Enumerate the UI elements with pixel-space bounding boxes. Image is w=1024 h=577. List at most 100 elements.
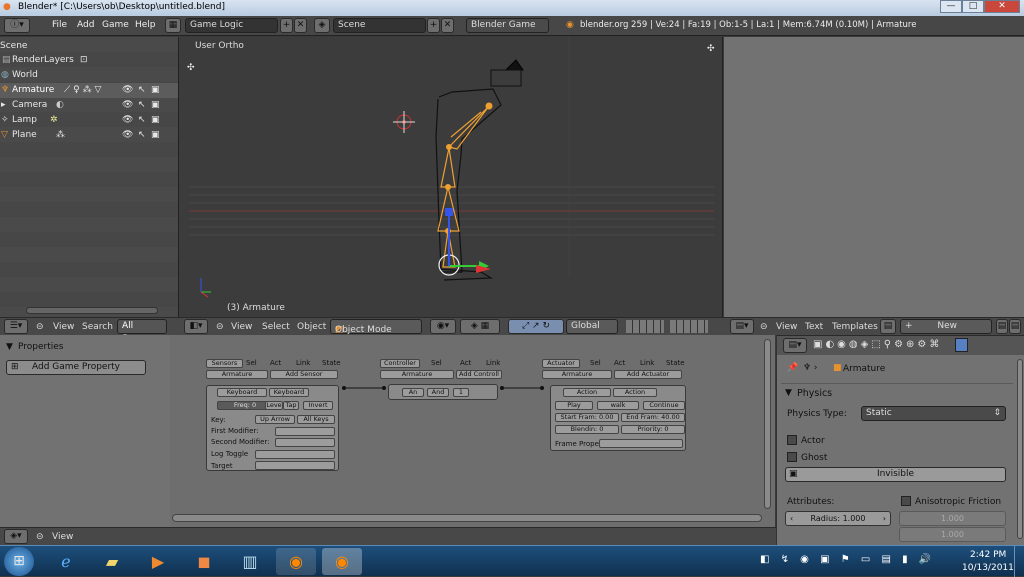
text-view-menu[interactable]: View [776,322,797,332]
end-frame-field[interactable]: End Fram: 40.00 [621,413,685,422]
properties-scrollbar[interactable] [1017,359,1023,539]
screen-layout-icon[interactable]: ▦ [165,18,181,33]
aniso-x-field[interactable]: 1.000 [899,511,1006,526]
priority-field[interactable]: Priority: 0 [621,425,685,434]
outliner-view-menu[interactable]: View [53,322,74,332]
collapse-icon[interactable]: ⊝ [760,322,768,332]
continue-toggle[interactable]: Continue [643,401,685,410]
add-controller-select[interactable]: Add Controll [456,370,502,379]
logic-horizontal-scrollbar[interactable] [172,514,762,522]
shading-select[interactable]: ◉▾ [430,319,456,334]
engine-select[interactable]: Blender Game [466,18,549,33]
menu-add[interactable]: Add [77,20,94,30]
start-button[interactable]: ⊞ [4,547,34,576]
line-numbers-toggle[interactable]: ▤ [996,319,1008,334]
play-mode-select[interactable]: Play [555,401,593,410]
physics-tab-icon[interactable] [955,338,968,352]
maximize-button[interactable]: □ [962,0,984,13]
close-button[interactable]: ✕ [984,0,1020,13]
select-cursor-icon[interactable]: ↖ [138,115,146,125]
radius-field[interactable]: ‹ Radius: 1.000 › [785,511,891,526]
render-camera-icon[interactable]: ▣ [151,115,160,125]
render-camera-icon[interactable]: ▣ [151,130,160,140]
outliner-scrollbar[interactable] [26,307,158,314]
minimize-button[interactable]: — [940,0,962,13]
menu-help[interactable]: Help [135,20,156,30]
properties-expand-icon[interactable]: ▼ [6,342,13,352]
frame-property-field[interactable] [599,439,683,448]
actuators-link-toggle[interactable]: Link [640,359,654,367]
visibility-eye-icon[interactable]: 👁 [122,130,133,140]
outliner-row[interactable]: ✧ Lamp ✲ 👁 ↖ ▣ [0,113,178,128]
text-browse-icon[interactable]: ▤ [880,319,896,334]
add-actuator-select[interactable]: Add Actuator [614,370,682,379]
manipulator-buttons[interactable]: ⤢ ↗ ↻ [508,319,564,334]
invisible-toggle[interactable]: ▣ Invisible [785,467,1006,482]
app-icon-2[interactable]: ▥ [230,548,270,575]
select-menu[interactable]: Select [262,322,290,332]
anisotropic-friction-checkbox[interactable] [901,496,911,506]
remove-scene-button[interactable]: ✕ [441,18,454,33]
visibility-eye-icon[interactable]: 👁 [122,85,133,95]
outliner-row[interactable]: ◍ World [0,68,178,83]
3d-viewport[interactable]: User Ortho (3) Armature ✣ ✣ [178,37,723,317]
menu-game[interactable]: Game [102,20,129,30]
clock-time[interactable]: 2:42 PM [970,550,1006,560]
select-cursor-icon[interactable]: ↖ [138,130,146,140]
controllers-filter-select[interactable]: Controller [380,359,420,368]
editor-type-outliner-icon[interactable]: ☰▾ [4,319,28,334]
actuators-act-toggle[interactable]: Act [614,359,625,367]
select-cursor-icon[interactable]: ↖ [138,85,146,95]
start-frame-field[interactable]: Start Fram: 0.00 [555,413,619,422]
collapse-icon[interactable]: ⊝ [216,322,224,332]
clock-date[interactable]: 10/13/2011 [962,563,1014,573]
ghost-checkbox[interactable] [787,452,797,462]
pin-icon[interactable]: 📌 [787,363,798,373]
blender-taskbar-icon[interactable]: ◉ [322,548,362,575]
outliner-display-select[interactable]: All Scenes [117,319,167,344]
pivot-select[interactable]: ◈ ▦ [460,319,500,334]
screen-select[interactable]: Game Logic [185,18,278,33]
editor-type-text-icon[interactable]: ▤▾ [730,319,754,334]
remove-screen-button[interactable]: ✕ [294,18,307,33]
word-wrap-toggle[interactable]: ▤ [1009,319,1021,334]
text-editor-area[interactable] [724,37,1024,317]
outliner-search-menu[interactable]: Search [82,322,113,332]
actuator-name-field[interactable]: Action [613,388,657,397]
new-text-button[interactable]: + New [900,319,992,334]
scene-select[interactable]: Scene [333,18,426,33]
outliner-row[interactable]: ▸ Camera ◐ 👁 ↖ ▣ [0,98,178,113]
layer-buttons-2[interactable] [670,320,708,333]
text-templates-menu[interactable]: Templates [832,322,878,332]
ie-icon[interactable]: ℯ [46,548,86,575]
aniso-y-field[interactable]: 1.000 [899,527,1006,542]
select-cursor-icon[interactable]: ↖ [138,100,146,110]
controller-type-select[interactable]: An [402,388,424,397]
visibility-eye-icon[interactable]: 👁 [122,100,133,110]
controllers-sel-toggle[interactable]: Sel [431,359,442,367]
editor-type-3dview-icon[interactable]: ◧▾ [184,319,208,334]
controller-name-field[interactable]: And [427,388,449,397]
explorer-folder-icon[interactable]: ▰ [92,548,132,575]
scene-icon[interactable]: ◈ [314,18,330,33]
controllers-link-toggle[interactable]: Link [486,359,500,367]
outliner-row-selected[interactable]: ♆ Armature ⟋ ♀ ⁂ ▽ 👁 ↖ ▣ [0,83,178,98]
editor-type-properties-icon[interactable]: ▤▾ [783,338,807,353]
firefox-icon[interactable]: ◉ [276,548,316,575]
outliner-row[interactable]: ▤ RenderLayers ⊡ [0,53,178,68]
collapse-icon[interactable]: ⊝ [36,322,44,332]
controller-state-field[interactable]: 1 [453,388,469,397]
orientation-select[interactable]: Global [566,319,618,334]
render-camera-icon[interactable]: ▣ [151,85,160,95]
mode-select[interactable]: ◩ Object Mode [330,319,422,335]
actuators-state-toggle[interactable]: State [666,359,685,367]
menu-file[interactable]: File [52,20,67,30]
logic-view-menu[interactable]: View [52,532,73,542]
system-tray-icons[interactable]: ◧ ↯ ◉ ▣ ⚑ ▭ ▤ ▮ 🔊 [760,554,935,565]
actuators-sel-toggle[interactable]: Sel [590,359,601,367]
show-desktop-button[interactable] [1014,546,1024,577]
add-game-property-button[interactable]: ⊞ Add Game Property [6,360,146,375]
editor-type-logic-icon[interactable]: ◈▾ [4,529,28,544]
add-scene-button[interactable]: + [427,18,440,33]
app-icon[interactable]: ◼ [184,548,224,575]
